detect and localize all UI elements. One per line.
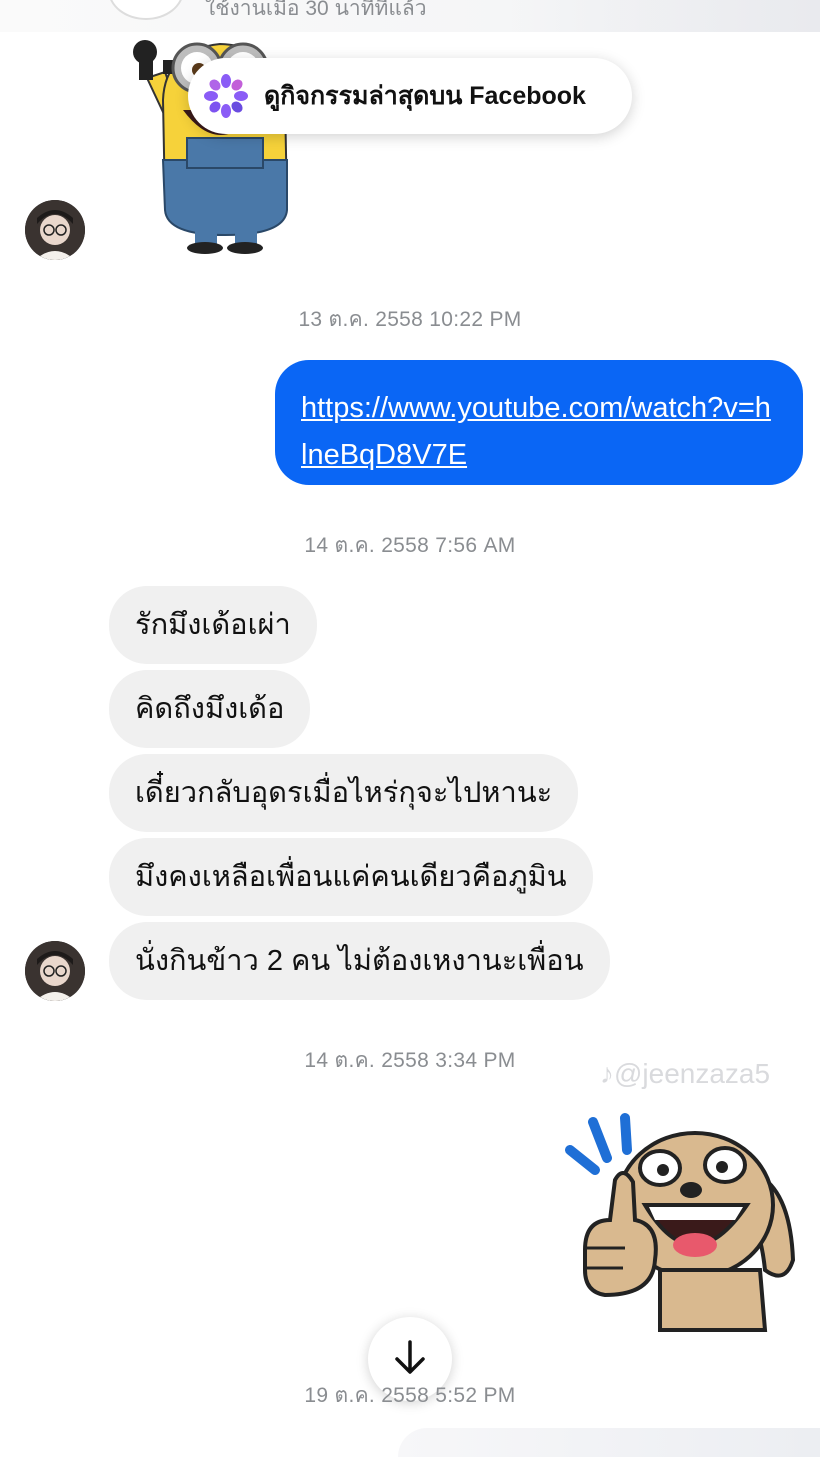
tiktok-watermark: ♪@jeenzaza5 (600, 1058, 770, 1090)
active-status: ใช้งานเมื่อ 30 นาทีที่แล้ว (205, 0, 427, 20)
youtube-link[interactable]: https://www.youtube.com/watch?v=hlneBqD8… (301, 385, 777, 479)
incoming-message-bubble[interactable]: คิดถึงมึงเด้อ (109, 670, 311, 748)
incoming-message-bubble[interactable]: นั่งกินข้าว 2 คน ไม่ต้องเหงานะเพื่อน (109, 922, 610, 1000)
facebook-activity-icon (201, 71, 251, 121)
tiktok-icon: ♪ (600, 1058, 614, 1089)
contact-avatar[interactable] (25, 200, 85, 260)
incoming-message-bubble[interactable]: มึงคงเหลือเพื่อนแค่คนเดียวคือภูมิน (109, 838, 593, 916)
thumbs-up-dog-sticker[interactable] (565, 1110, 800, 1335)
header-shade (510, 0, 820, 32)
message-timestamp: 13 ต.ค. 2558 10:22 PM (298, 308, 522, 331)
message-timestamp: 19 ต.ค. 2558 5:52 PM (304, 1384, 516, 1407)
arrow-down-icon (393, 1339, 427, 1380)
facebook-activity-label: ดูกิจกรรมล่าสุดบน Facebook (264, 82, 586, 110)
watermark-text: @jeenzaza5 (614, 1058, 771, 1089)
facebook-activity-pill[interactable]: ดูกิจกรรมล่าสุดบน Facebook (188, 58, 632, 134)
outgoing-message-bubble[interactable]: https://www.youtube.com/watch?v=hlneBqD8… (275, 360, 803, 485)
partial-message-bubble (398, 1428, 820, 1457)
message-timestamp: 14 ต.ค. 2558 7:56 AM (304, 534, 516, 557)
incoming-message-bubble[interactable]: รักมึงเด้อเผ่า (109, 586, 317, 664)
incoming-message-bubble[interactable]: เดี๋ยวกลับอุดรเมื่อไหร่กุจะไปหานะ (109, 754, 579, 832)
contact-avatar[interactable] (25, 941, 85, 1001)
